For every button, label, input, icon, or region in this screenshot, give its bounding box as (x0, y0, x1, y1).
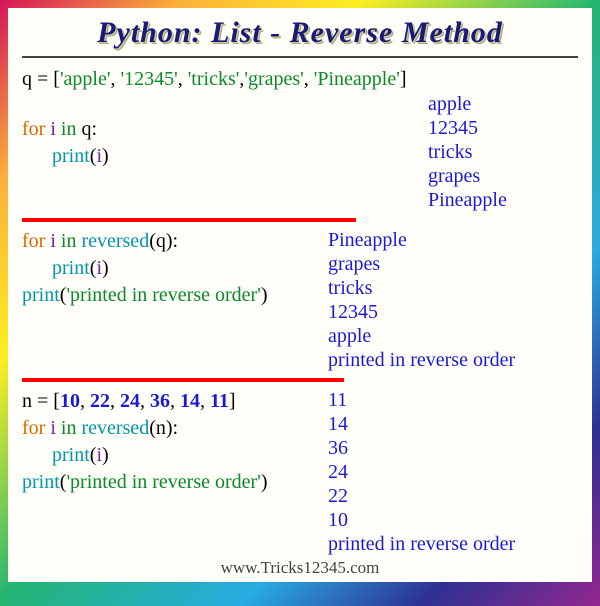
print-i-3: print(i) (22, 442, 328, 469)
out-line: 10 (328, 508, 578, 532)
out-line: 22 (328, 484, 578, 508)
divider-2 (22, 378, 344, 382)
block1-output: apple 12345 tricks grapes Pineapple (424, 92, 578, 212)
out-line: apple (328, 324, 578, 348)
out-line: tricks (328, 276, 578, 300)
block3-output: 11 14 36 24 22 10 printed in reverse ord… (328, 388, 578, 556)
out-line: grapes (428, 164, 578, 188)
page-title: Python: List - Reverse Method (22, 16, 578, 50)
out-line: 24 (328, 460, 578, 484)
for-loop-q: for i in q: (22, 116, 424, 143)
block2-row: for i in reversed(q): print(i) print('pr… (22, 228, 578, 372)
content-panel: Python: List - Reverse Method q = ['appl… (8, 8, 592, 582)
out-line: 12345 (428, 116, 578, 140)
out-line: Pineapple (428, 188, 578, 212)
out-line: grapes (328, 252, 578, 276)
print-i-1: print(i) (22, 143, 424, 170)
for-loop-reversed-q: for i in reversed(q): (22, 228, 328, 255)
out-line: printed in reverse order (328, 532, 578, 556)
var-q: q (22, 68, 32, 90)
out-line: 14 (328, 412, 578, 436)
print-i-2: print(i) (22, 255, 328, 282)
title-rule (22, 56, 578, 58)
block3-code: n = [10, 22, 24, 36, 14, 11] for i in re… (22, 388, 328, 496)
for-loop-reversed-n: for i in reversed(n): (22, 415, 328, 442)
block2-output: Pineapple grapes tricks 12345 apple prin… (328, 228, 578, 372)
out-line: 11 (328, 388, 578, 412)
print-msg-3: print('printed in reverse order') (22, 469, 328, 496)
out-line: apple (428, 92, 578, 116)
out-line: tricks (428, 140, 578, 164)
code-line-assign-n: n = [10, 22, 24, 36, 14, 11] (22, 388, 328, 415)
out-line: printed in reverse order (328, 348, 578, 372)
out-line: Pineapple (328, 228, 578, 252)
block3-row: n = [10, 22, 24, 36, 14, 11] for i in re… (22, 388, 578, 556)
print-msg-2: print('printed in reverse order') (22, 282, 328, 309)
code-line-assign-q: q = ['apple', '12345', 'tricks','grapes'… (22, 66, 578, 92)
block2-code: for i in reversed(q): print(i) print('pr… (22, 228, 328, 309)
out-line: 12345 (328, 300, 578, 324)
out-line: 36 (328, 436, 578, 460)
block1-code: for i in q: print(i) (22, 92, 424, 170)
divider-1 (22, 218, 356, 222)
block1-row: for i in q: print(i) apple 12345 tricks … (22, 92, 578, 212)
footer-url: www.Tricks12345.com (22, 558, 578, 578)
